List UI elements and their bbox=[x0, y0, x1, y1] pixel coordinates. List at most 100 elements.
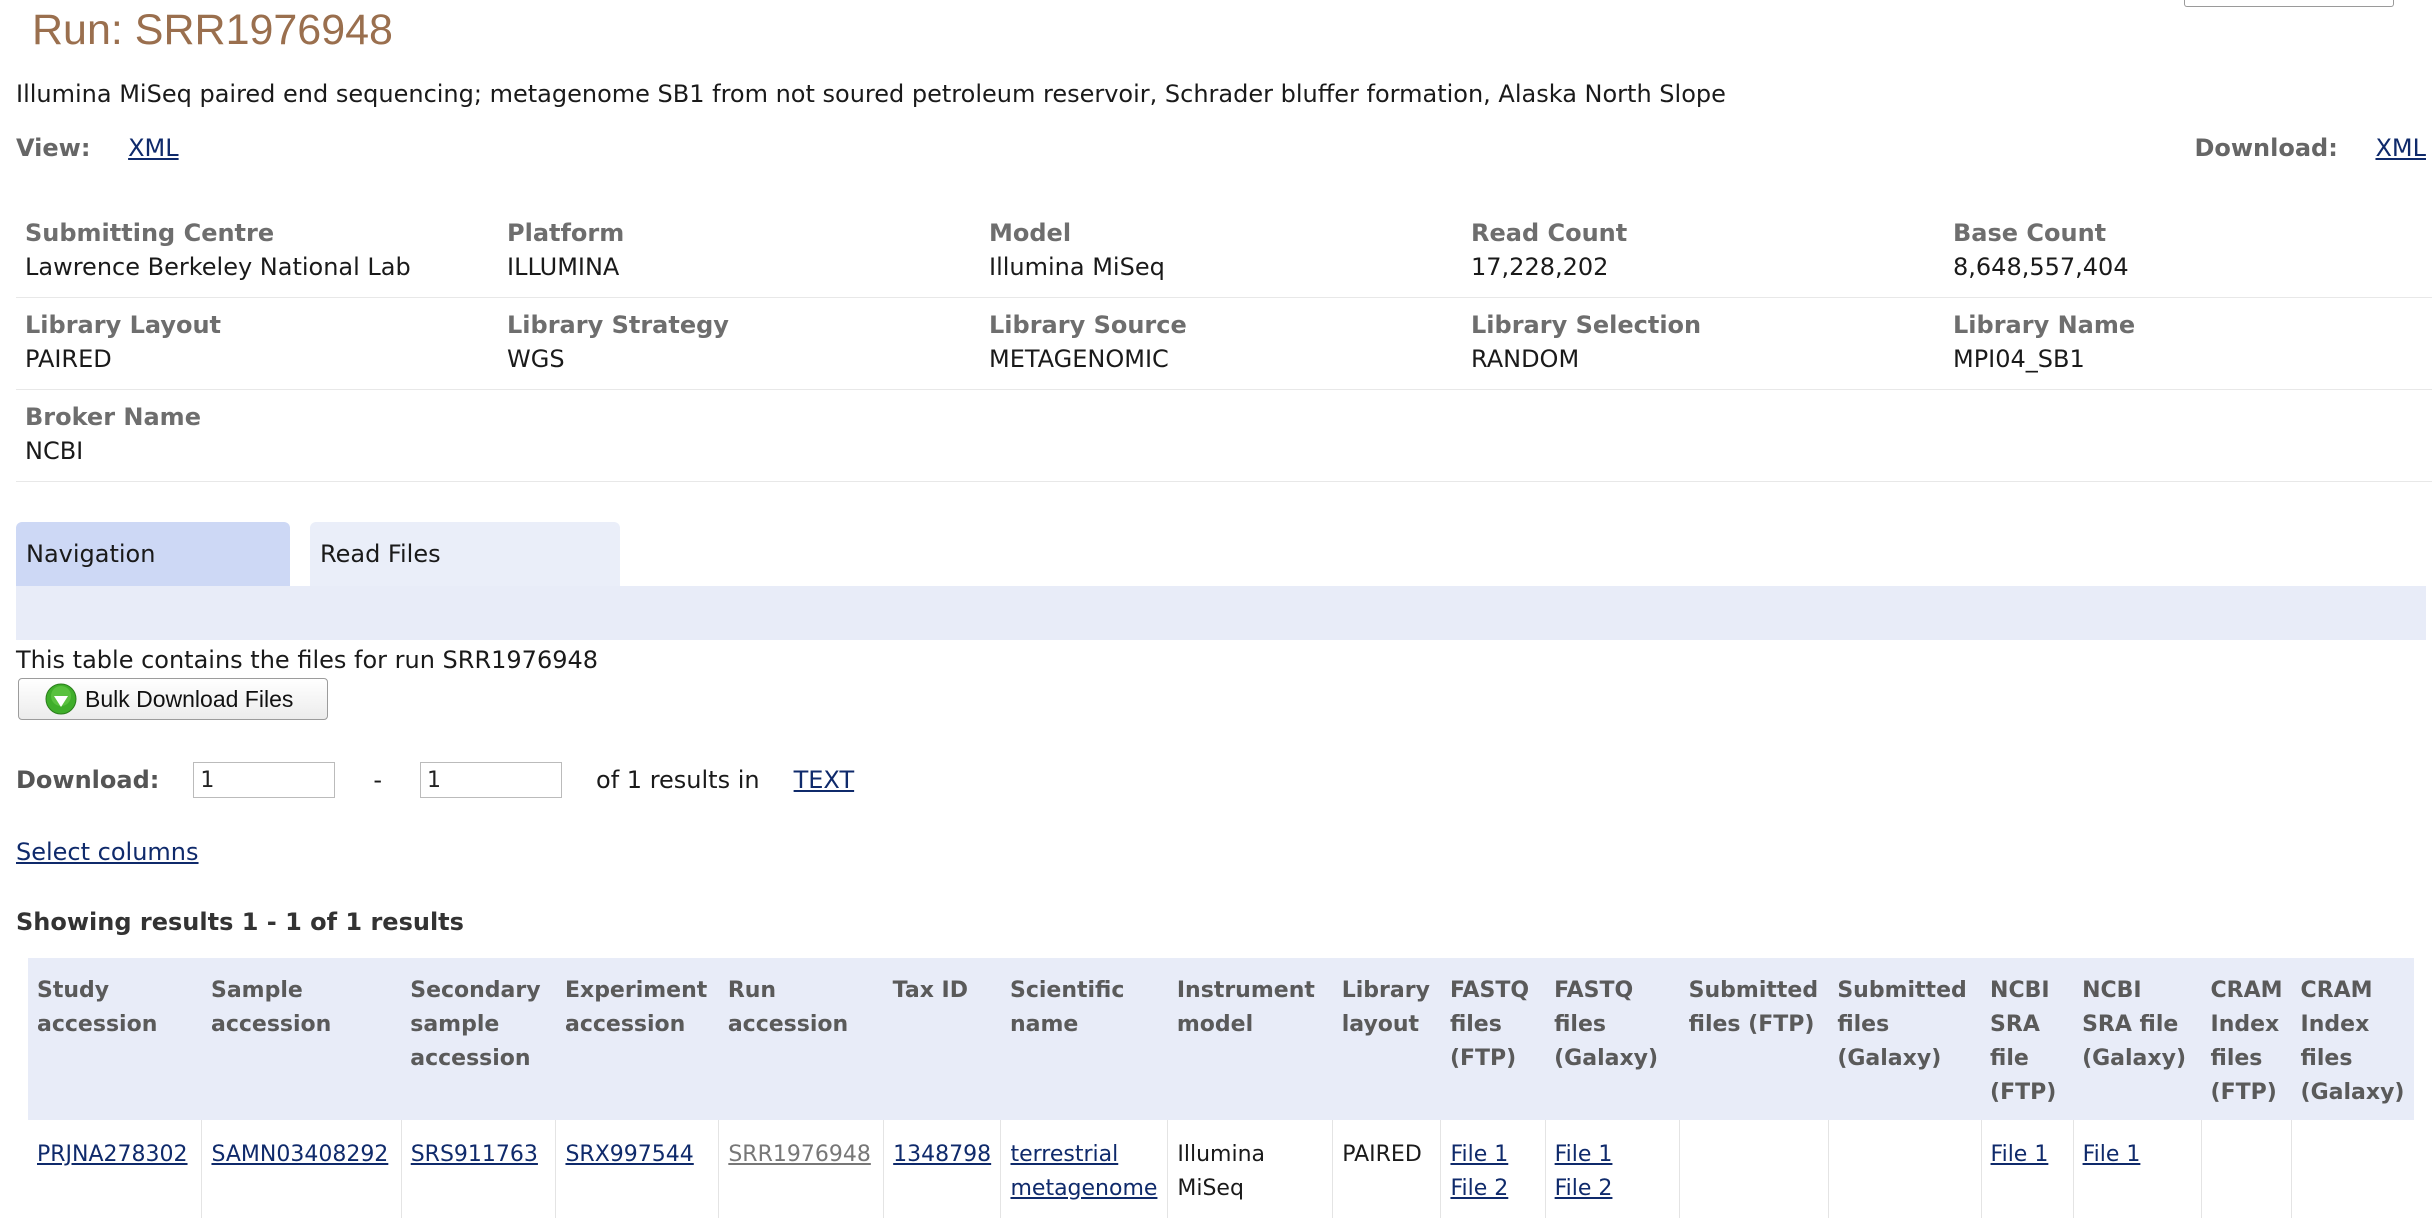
meta-value: 17,228,202 bbox=[1471, 253, 1609, 281]
col-sample-accession[interactable]: Sample accession bbox=[201, 958, 402, 1120]
col-study-accession[interactable]: Study accession bbox=[28, 958, 202, 1120]
read-files-table: Study accession Sample accession Seconda… bbox=[28, 958, 2414, 1218]
col-cram-index-galaxy[interactable]: CRAM Index files (Galaxy) bbox=[2291, 958, 2414, 1120]
metadata-row: Submitting Centre Lawrence Berkeley Nati… bbox=[16, 206, 2432, 298]
table-intro-text: This table contains the files for run SR… bbox=[16, 646, 599, 674]
download-xml-link[interactable]: XML bbox=[2375, 134, 2426, 162]
download-xml-row: Download: XML bbox=[2194, 134, 2426, 162]
cell-sample: SAMN03408292 bbox=[201, 1120, 402, 1218]
col-library-layout[interactable]: Library layout bbox=[1332, 958, 1441, 1120]
meta-base-count: Base Count 8,648,557,404 bbox=[1944, 206, 2426, 297]
tab-navigation[interactable]: Navigation bbox=[16, 522, 290, 586]
cell-scientific-name: terrestrial metagenome bbox=[1000, 1120, 1169, 1218]
page-title: Run: SRR1976948 bbox=[32, 6, 393, 54]
meta-value: ILLUMINA bbox=[507, 253, 620, 281]
secondary-sample-link[interactable]: SRS911763 bbox=[411, 1142, 538, 1167]
meta-key: Library Source bbox=[989, 311, 1187, 339]
cell-sra-ftp: File 1 bbox=[1981, 1120, 2074, 1218]
col-run-accession[interactable]: Run accession bbox=[718, 958, 884, 1120]
top-right-control-edge[interactable] bbox=[2184, 0, 2394, 7]
meta-key: Submitting Centre bbox=[25, 219, 275, 247]
col-instrument-model[interactable]: Instrument model bbox=[1167, 958, 1333, 1120]
col-tax-id[interactable]: Tax ID bbox=[883, 958, 1001, 1120]
metadata-row: Broker Name NCBI bbox=[16, 390, 2432, 482]
col-submitted-ftp[interactable]: Submitted files (FTP) bbox=[1679, 958, 1829, 1120]
fastq-galaxy-file-1-link[interactable]: File 1 bbox=[1555, 1142, 1613, 1167]
meta-value: MPI04_SB1 bbox=[1953, 345, 2085, 373]
run-description: Illumina MiSeq paired end sequencing; me… bbox=[16, 80, 1726, 108]
fastq-ftp-file-2-link[interactable]: File 2 bbox=[1450, 1176, 1508, 1201]
view-label: View: bbox=[16, 134, 91, 162]
meta-broker-name: Broker Name NCBI bbox=[16, 390, 498, 481]
meta-model: Model Illumina MiSeq bbox=[980, 206, 1462, 297]
cell-experiment: SRX997544 bbox=[555, 1120, 720, 1218]
col-ncbi-sra-ftp[interactable]: NCBI SRA file (FTP) bbox=[1981, 958, 2074, 1120]
tab-panel-header bbox=[16, 586, 2426, 640]
col-fastq-galaxy[interactable]: FASTQ files (Galaxy) bbox=[1545, 958, 1680, 1120]
col-submitted-galaxy[interactable]: Submitted files (Galaxy) bbox=[1828, 958, 1982, 1120]
meta-library-layout: Library Layout PAIRED bbox=[16, 298, 498, 389]
cell-cram-ftp bbox=[2201, 1120, 2293, 1218]
sample-accession-link[interactable]: SAMN03408292 bbox=[211, 1142, 388, 1167]
cell-submitted-galaxy bbox=[1828, 1120, 1982, 1218]
meta-key: Library Selection bbox=[1471, 311, 1702, 339]
col-ncbi-sra-galaxy[interactable]: NCBI SRA file (Galaxy) bbox=[2073, 958, 2202, 1120]
bulk-download-label: Bulk Download Files bbox=[85, 685, 294, 712]
showing-results-text: Showing results 1 - 1 of 1 results bbox=[16, 908, 464, 936]
select-columns-link[interactable]: Select columns bbox=[16, 838, 199, 866]
cell-fastq-ftp: File 1 File 2 bbox=[1440, 1120, 1546, 1218]
meta-value: WGS bbox=[507, 345, 565, 373]
meta-library-source: Library Source METAGENOMIC bbox=[980, 298, 1462, 389]
col-experiment-accession[interactable]: Experiment accession bbox=[555, 958, 719, 1120]
view-xml-link[interactable]: XML bbox=[128, 134, 179, 162]
col-cram-index-ftp[interactable]: CRAM Index files (FTP) bbox=[2201, 958, 2292, 1120]
download-to-input[interactable] bbox=[420, 762, 563, 798]
col-secondary-sample-accession[interactable]: Secondary sample accession bbox=[401, 958, 556, 1120]
table-header-row: Study accession Sample accession Seconda… bbox=[28, 958, 2414, 1120]
meta-key: Library Layout bbox=[25, 311, 222, 339]
download-arrow-icon bbox=[45, 683, 77, 715]
tax-id-link[interactable]: 1348798 bbox=[893, 1142, 991, 1167]
meta-value: Illumina MiSeq bbox=[989, 253, 1165, 281]
cell-secondary-sample: SRS911763 bbox=[401, 1120, 557, 1218]
sra-galaxy-file-1-link[interactable]: File 1 bbox=[2083, 1142, 2141, 1167]
cell-instrument: Illumina MiSeq bbox=[1167, 1120, 1334, 1218]
meta-submitting-centre: Submitting Centre Lawrence Berkeley Nati… bbox=[16, 206, 498, 297]
col-fastq-ftp[interactable]: FASTQ files (FTP) bbox=[1440, 958, 1546, 1120]
download-label: Download: bbox=[2194, 134, 2338, 162]
run-accession-link[interactable]: SRR1976948 bbox=[728, 1142, 871, 1167]
cell-tax-id: 1348798 bbox=[883, 1120, 1002, 1218]
meta-library-name: Library Name MPI04_SB1 bbox=[1944, 298, 2426, 389]
col-scientific-name[interactable]: Scientific name bbox=[1000, 958, 1168, 1120]
study-accession-link[interactable]: PRJNA278302 bbox=[37, 1142, 188, 1167]
cell-run: SRR1976948 bbox=[718, 1120, 885, 1218]
bulk-download-button[interactable]: Bulk Download Files bbox=[18, 678, 328, 720]
meta-key: Platform bbox=[507, 219, 625, 247]
cell-layout: PAIRED bbox=[1332, 1120, 1442, 1218]
meta-value: METAGENOMIC bbox=[989, 345, 1169, 373]
scientific-name-link[interactable]: terrestrial metagenome bbox=[1010, 1142, 1157, 1201]
text-format-link[interactable]: TEXT bbox=[794, 766, 855, 794]
metadata-row: Library Layout PAIRED Library Strategy W… bbox=[16, 298, 2432, 390]
experiment-accession-link[interactable]: SRX997544 bbox=[565, 1142, 693, 1167]
download-from-input[interactable] bbox=[193, 762, 336, 798]
meta-library-strategy: Library Strategy WGS bbox=[498, 298, 980, 389]
cell-cram-galaxy bbox=[2292, 1120, 2414, 1218]
tab-read-files[interactable]: Read Files bbox=[310, 522, 620, 586]
meta-key: Read Count bbox=[1471, 219, 1628, 247]
meta-value: Lawrence Berkeley National Lab bbox=[25, 253, 411, 281]
table-row: PRJNA278302 SAMN03408292 SRS911763 SRX99… bbox=[28, 1120, 2414, 1218]
results-count-text: of 1 results in bbox=[596, 766, 760, 794]
range-dash: - bbox=[373, 766, 383, 794]
tab-bar: Navigation Read Files bbox=[16, 522, 620, 586]
cell-sra-galaxy: File 1 bbox=[2073, 1120, 2203, 1218]
view-row: View: XML bbox=[16, 134, 179, 162]
download-range-label: Download: bbox=[16, 766, 160, 794]
meta-value: NCBI bbox=[25, 437, 84, 465]
cell-study: PRJNA278302 bbox=[28, 1120, 203, 1218]
sra-ftp-file-1-link[interactable]: File 1 bbox=[1991, 1142, 2049, 1167]
fastq-ftp-file-1-link[interactable]: File 1 bbox=[1450, 1142, 1508, 1167]
meta-key: Broker Name bbox=[25, 403, 201, 431]
meta-value: 8,648,557,404 bbox=[1953, 253, 2129, 281]
fastq-galaxy-file-2-link[interactable]: File 2 bbox=[1555, 1176, 1613, 1201]
